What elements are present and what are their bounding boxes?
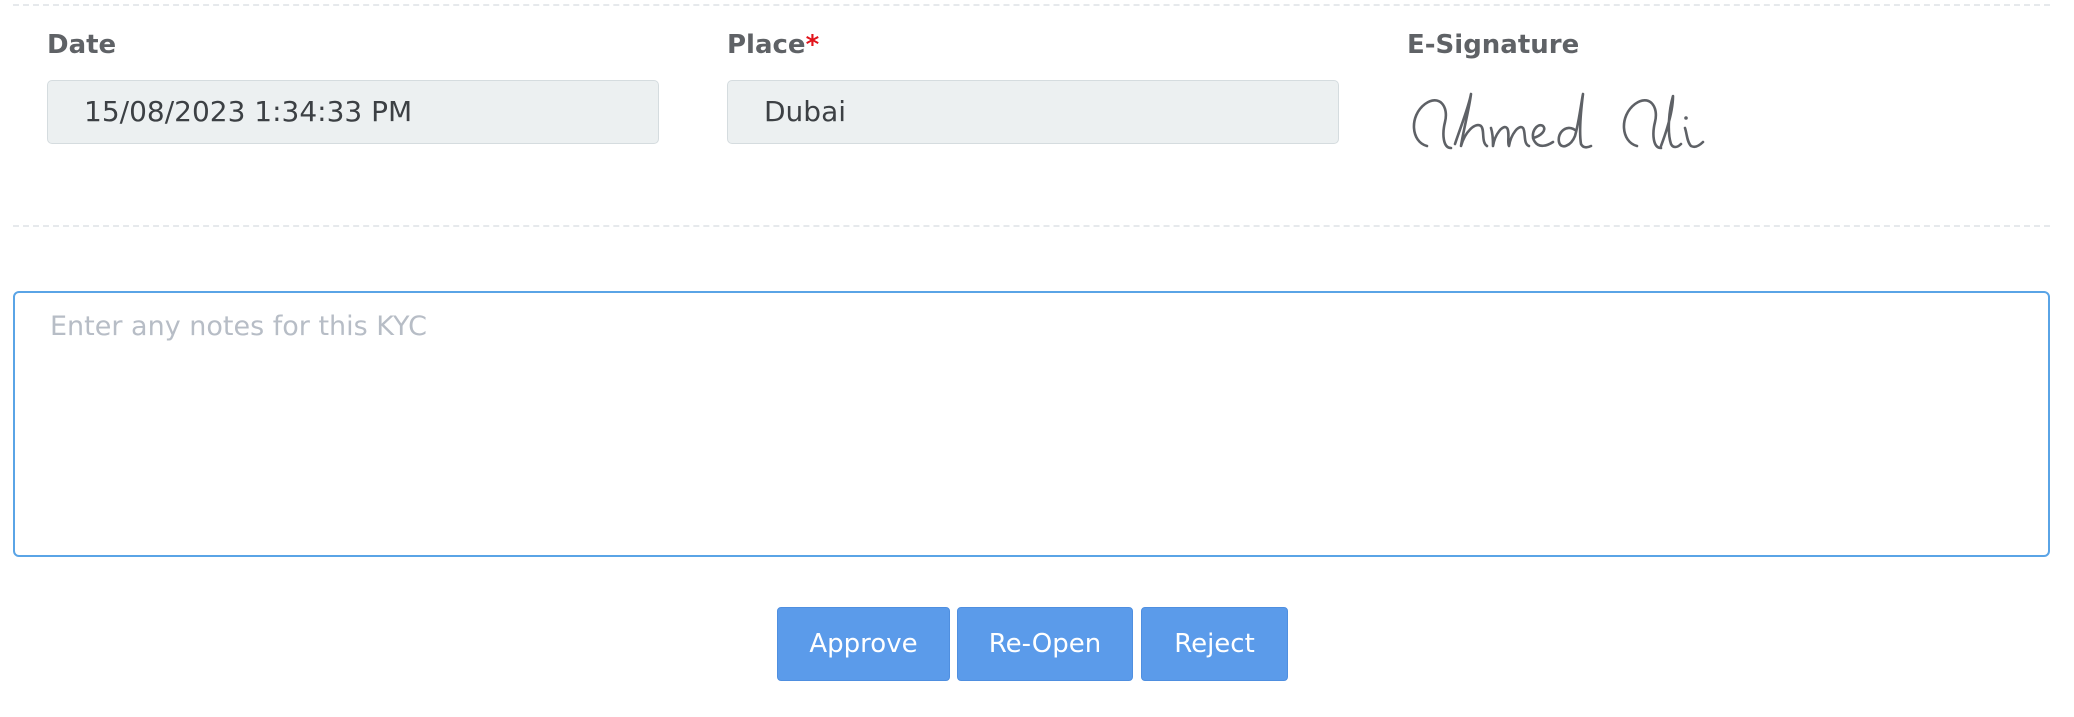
reject-button[interactable]: Reject xyxy=(1141,607,1288,681)
signature-image xyxy=(1412,92,1705,150)
e-signature-label-text: E-Signature xyxy=(1407,30,1580,60)
place-label-text: Place xyxy=(727,30,806,60)
kyc-notes-textarea[interactable] xyxy=(13,291,2050,557)
date-label: Date xyxy=(47,28,116,62)
reopen-button[interactable]: Re-Open xyxy=(957,607,1133,681)
place-value: Dubai xyxy=(764,95,847,128)
approve-button[interactable]: Approve xyxy=(777,607,950,681)
e-signature-label: E-Signature xyxy=(1407,28,1579,62)
place-field[interactable]: Dubai xyxy=(727,80,1339,144)
required-marker: * xyxy=(805,30,820,60)
section-divider xyxy=(13,225,2050,227)
date-value: 15/08/2023 1:34:33 PM xyxy=(84,95,413,128)
date-label-text: Date xyxy=(47,30,117,60)
place-label: Place* xyxy=(727,28,819,62)
date-field[interactable]: 15/08/2023 1:34:33 PM xyxy=(47,80,659,144)
top-divider xyxy=(13,4,2050,6)
